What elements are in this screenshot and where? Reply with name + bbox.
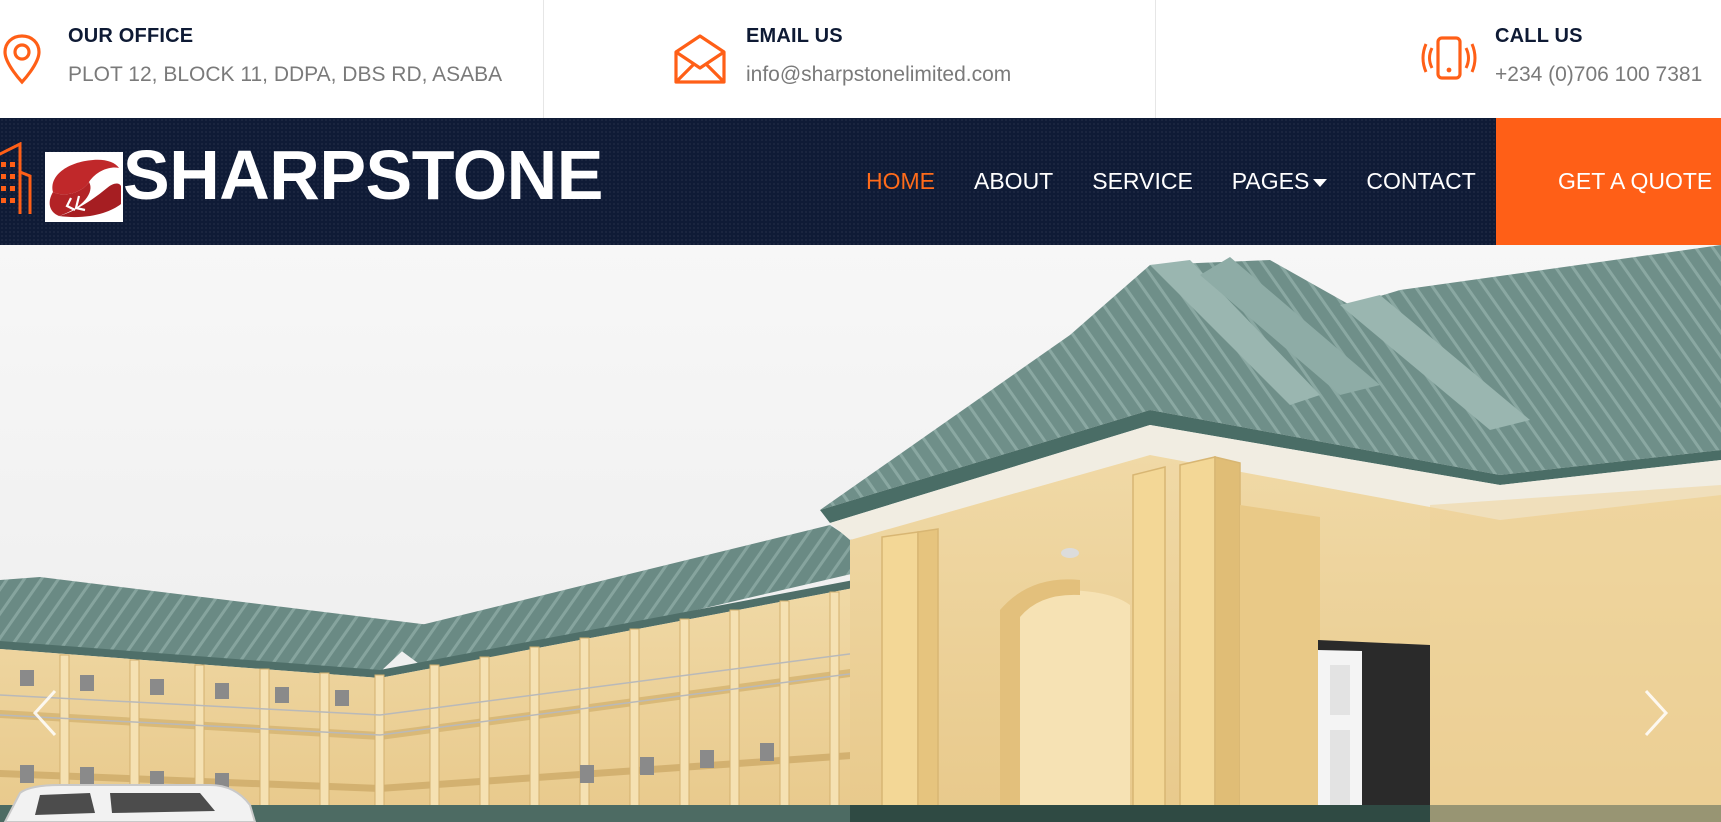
nav-about[interactable]: ABOUT xyxy=(974,168,1053,195)
phone-icon xyxy=(1421,30,1477,86)
map-pin-icon xyxy=(0,30,50,86)
get-a-quote-button[interactable]: GET A QUOTE → xyxy=(1496,118,1721,245)
carousel-prev-button[interactable] xyxy=(25,685,65,741)
nav-service-label: SERVICE xyxy=(1092,168,1193,194)
email-info: EMAIL US info@sharpstonelimited.com xyxy=(544,0,1156,118)
chevron-left-icon xyxy=(32,689,57,737)
nav-home[interactable]: HOME xyxy=(866,168,935,195)
office-info: OUR OFFICE PLOT 12, BLOCK 11, DDPA, DBS … xyxy=(0,0,544,118)
nav-menu: HOME ABOUT SERVICE PAGES CONTACT xyxy=(866,118,1515,245)
office-heading: OUR OFFICE xyxy=(68,25,194,47)
nav-contact-label: CONTACT xyxy=(1366,168,1476,194)
nav-pages-dropdown[interactable]: PAGES xyxy=(1232,168,1328,195)
nav-contact[interactable]: CONTACT xyxy=(1366,168,1475,195)
office-address: PLOT 12, BLOCK 11, DDPA, DBS RD, ASABA xyxy=(68,63,503,86)
call-heading: CALL US xyxy=(1495,25,1583,47)
nav-pages-label: PAGES xyxy=(1231,168,1310,194)
hero-carousel xyxy=(0,245,1721,822)
email-heading: EMAIL US xyxy=(746,25,843,47)
school-building-photo xyxy=(0,245,1721,822)
chevron-right-icon xyxy=(1644,689,1669,737)
contact-bar: OUR OFFICE PLOT 12, BLOCK 11, DDPA, DBS … xyxy=(0,0,1721,118)
brand-name: SHARPSTONE xyxy=(123,136,603,214)
caret-down-icon xyxy=(1313,178,1328,187)
nav-about-label: ABOUT xyxy=(974,168,1054,194)
company-logo xyxy=(45,152,123,222)
email-address-link[interactable]: info@sharpstonelimited.com xyxy=(746,63,1011,87)
carousel-next-button[interactable] xyxy=(1636,685,1676,741)
get-a-quote-label: GET A QUOTE → xyxy=(1558,168,1721,194)
call-info: CALL US +234 (0)706 100 7381 xyxy=(1156,0,1721,118)
building-icon xyxy=(0,141,32,214)
nav-home-label: HOME xyxy=(866,168,935,194)
main-navbar: SHARPSTONE HOME ABOUT SERVICE PAGES CONT… xyxy=(0,118,1721,245)
envelope-icon xyxy=(672,30,728,86)
nav-service[interactable]: SERVICE xyxy=(1092,168,1193,195)
phone-number-link[interactable]: +234 (0)706 100 7381 xyxy=(1495,63,1702,87)
